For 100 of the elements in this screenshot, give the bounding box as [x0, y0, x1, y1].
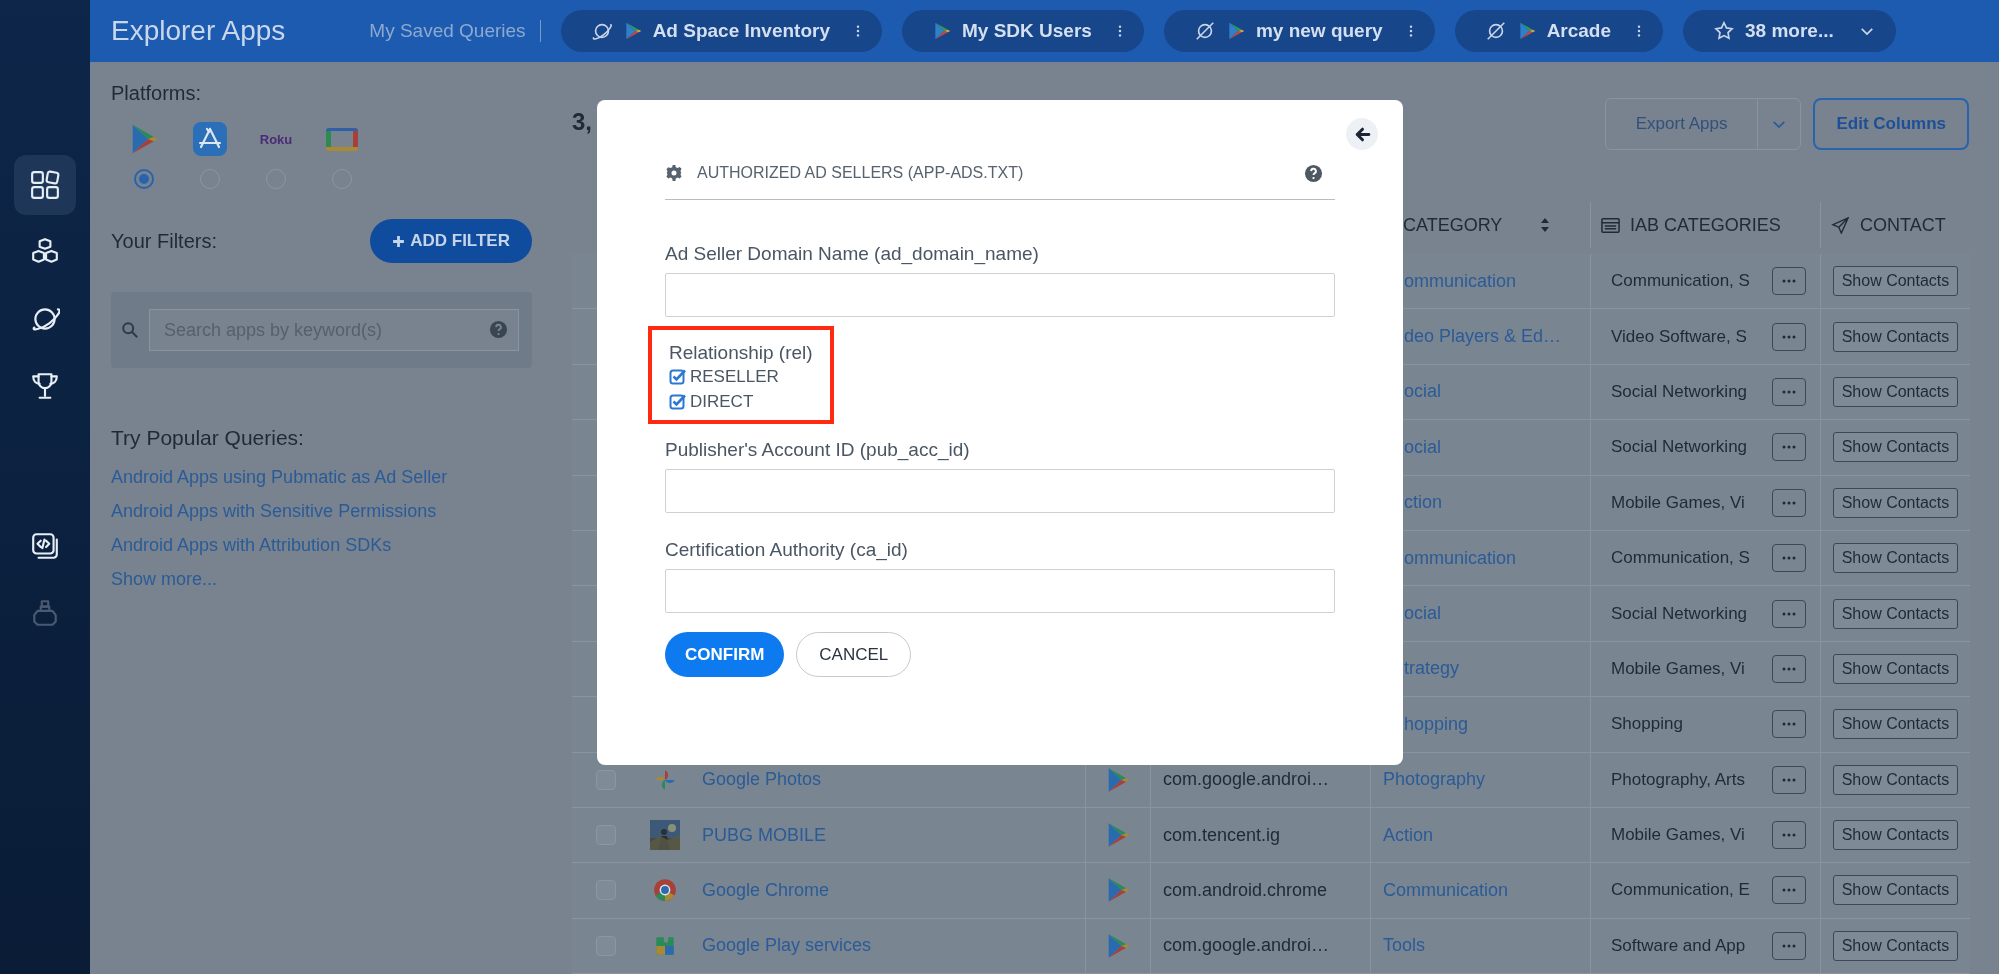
- ellipsis-icon: [1782, 888, 1796, 893]
- show-contacts-button[interactable]: Show Contacts: [1832, 764, 1959, 795]
- category-link[interactable]: deo Players & Ed…: [1404, 326, 1562, 348]
- show-contacts-button[interactable]: Show Contacts: [1832, 376, 1959, 407]
- more-button[interactable]: [1772, 821, 1806, 850]
- saved-query-chip[interactable]: my new query: [1163, 10, 1435, 52]
- category-link[interactable]: hopping: [1404, 713, 1469, 735]
- kebab-icon[interactable]: [1637, 24, 1642, 38]
- category-link[interactable]: ocial: [1404, 436, 1442, 458]
- app-store-icon: [193, 122, 227, 156]
- popular-query-link[interactable]: Android Apps with Sensitive Permissions: [111, 501, 532, 522]
- saved-queries-label: My Saved Queries: [369, 20, 526, 42]
- more-button[interactable]: [1772, 654, 1806, 683]
- back-arrow-icon: [1353, 125, 1371, 143]
- popular-query-link[interactable]: Android Apps using Pubmatic as Ad Seller: [111, 467, 532, 488]
- more-button[interactable]: [1772, 544, 1806, 573]
- show-contacts-button[interactable]: Show Contacts: [1832, 875, 1959, 906]
- app-name-link[interactable]: Google Chrome: [702, 880, 830, 901]
- platform-radio[interactable]: [134, 169, 154, 189]
- popular-queries-title: Try Popular Queries:: [111, 426, 305, 450]
- category-link[interactable]: Action: [1383, 824, 1434, 846]
- show-contacts-button[interactable]: Show Contacts: [1832, 709, 1959, 740]
- ellipsis-icon: [1782, 611, 1796, 616]
- input-field[interactable]: [665, 469, 1335, 513]
- cancel-button[interactable]: CANCEL: [796, 632, 912, 677]
- confirm-button[interactable]: CONFIRM: [665, 632, 785, 677]
- saved-query-chip[interactable]: Ad Space Inventory: [560, 10, 882, 52]
- checkbox[interactable]: [669, 367, 687, 386]
- kebab-icon[interactable]: [1408, 24, 1413, 38]
- dialog-title: AUTHORIZED AD SELLERS (APP-ADS.TXT): [697, 164, 1025, 182]
- more-button[interactable]: [1772, 377, 1806, 406]
- popular-query-link[interactable]: Android Apps with Attribution SDKs: [111, 535, 532, 556]
- show-contacts-button[interactable]: Show Contacts: [1832, 487, 1959, 518]
- app-name-link[interactable]: Google Photos: [702, 769, 822, 791]
- saved-query-chip[interactable]: Arcade: [1454, 10, 1664, 52]
- more-button[interactable]: [1772, 322, 1806, 351]
- checkbox[interactable]: [669, 392, 687, 411]
- category-link[interactable]: trategy: [1404, 658, 1460, 680]
- column-header: IAB CATEGORIES: [1630, 214, 1781, 236]
- back-button[interactable]: [1346, 118, 1378, 150]
- result-count: 3,: [572, 108, 592, 136]
- add-filter-button[interactable]: ADD FILTER: [370, 219, 532, 263]
- search-icon: [121, 321, 139, 339]
- iab-categories: Social Networking: [1611, 603, 1748, 624]
- more-button[interactable]: [1772, 765, 1806, 794]
- kebab-icon[interactable]: [856, 24, 860, 38]
- more-queries-button[interactable]: 38 more...: [1683, 10, 1896, 52]
- show-contacts-button[interactable]: Show Contacts: [1832, 930, 1959, 961]
- input-field[interactable]: [665, 569, 1335, 613]
- show-contacts-button[interactable]: Show Contacts: [1832, 543, 1959, 574]
- iab-categories: Social Networking: [1611, 381, 1748, 402]
- show-contacts-button[interactable]: Show Contacts: [1832, 820, 1959, 851]
- show-more-link[interactable]: Show more...: [111, 569, 532, 590]
- edit-columns-button[interactable]: Edit Columns: [1813, 98, 1969, 150]
- platforms-label: Platforms:: [111, 82, 203, 105]
- show-contacts-button[interactable]: Show Contacts: [1832, 266, 1959, 297]
- app-name-link[interactable]: PUBG MOBILE: [702, 824, 827, 846]
- iab-categories: Communication, S: [1611, 548, 1750, 569]
- input-field[interactable]: [665, 273, 1335, 317]
- robot-icon: [30, 598, 60, 628]
- more-button[interactable]: [1772, 599, 1806, 628]
- more-button[interactable]: [1772, 433, 1806, 462]
- show-contacts-button[interactable]: Show Contacts: [1832, 653, 1959, 684]
- more-button[interactable]: [1772, 931, 1806, 960]
- ellipsis-icon: [1782, 500, 1796, 505]
- more-button[interactable]: [1772, 876, 1806, 905]
- ring-logo-icon: [652, 877, 678, 904]
- kebab-icon[interactable]: [1117, 24, 1122, 38]
- iab-categories: Communication, S: [1611, 271, 1750, 292]
- iab-categories: Video Software, S: [1611, 326, 1747, 347]
- more-button[interactable]: [1772, 488, 1806, 517]
- help-icon[interactable]: [1304, 163, 1323, 183]
- category-link[interactable]: Tools: [1383, 935, 1426, 957]
- field-label: Certification Authority (ca_id): [665, 539, 909, 561]
- app-name-link[interactable]: Google Play services: [702, 935, 872, 957]
- column-header: CONTACT: [1860, 214, 1946, 236]
- grid-icon: [30, 170, 60, 200]
- show-contacts-button[interactable]: Show Contacts: [1832, 321, 1959, 352]
- category-link[interactable]: ction: [1404, 492, 1443, 514]
- caret-icon: [1772, 119, 1787, 129]
- category-link[interactable]: ommunication: [1404, 547, 1517, 569]
- show-contacts-button[interactable]: Show Contacts: [1832, 432, 1959, 463]
- ellipsis-icon: [1782, 777, 1796, 782]
- category-link[interactable]: ommunication: [1404, 270, 1517, 292]
- nav-item[interactable]: [14, 155, 76, 215]
- ellipsis-icon: [1782, 722, 1796, 727]
- show-contacts-button[interactable]: Show Contacts: [1832, 598, 1959, 629]
- field-label: Relationship (rel): [669, 342, 813, 364]
- saved-query-chip[interactable]: My SDK Users: [902, 10, 1144, 52]
- ellipsis-icon: [1782, 833, 1796, 838]
- ellipsis-icon: [1782, 279, 1796, 284]
- sort-icon[interactable]: [1540, 217, 1550, 233]
- category-link[interactable]: Communication: [1383, 880, 1509, 901]
- category-link[interactable]: ocial: [1404, 603, 1442, 625]
- iab-categories: Mobile Games, Vi: [1611, 658, 1745, 679]
- iab-categories: Mobile Games, Vi: [1611, 825, 1745, 846]
- category-link[interactable]: Photography: [1383, 769, 1486, 791]
- more-button[interactable]: [1772, 710, 1806, 739]
- category-link[interactable]: ocial: [1404, 381, 1442, 403]
- more-button[interactable]: [1772, 267, 1806, 296]
